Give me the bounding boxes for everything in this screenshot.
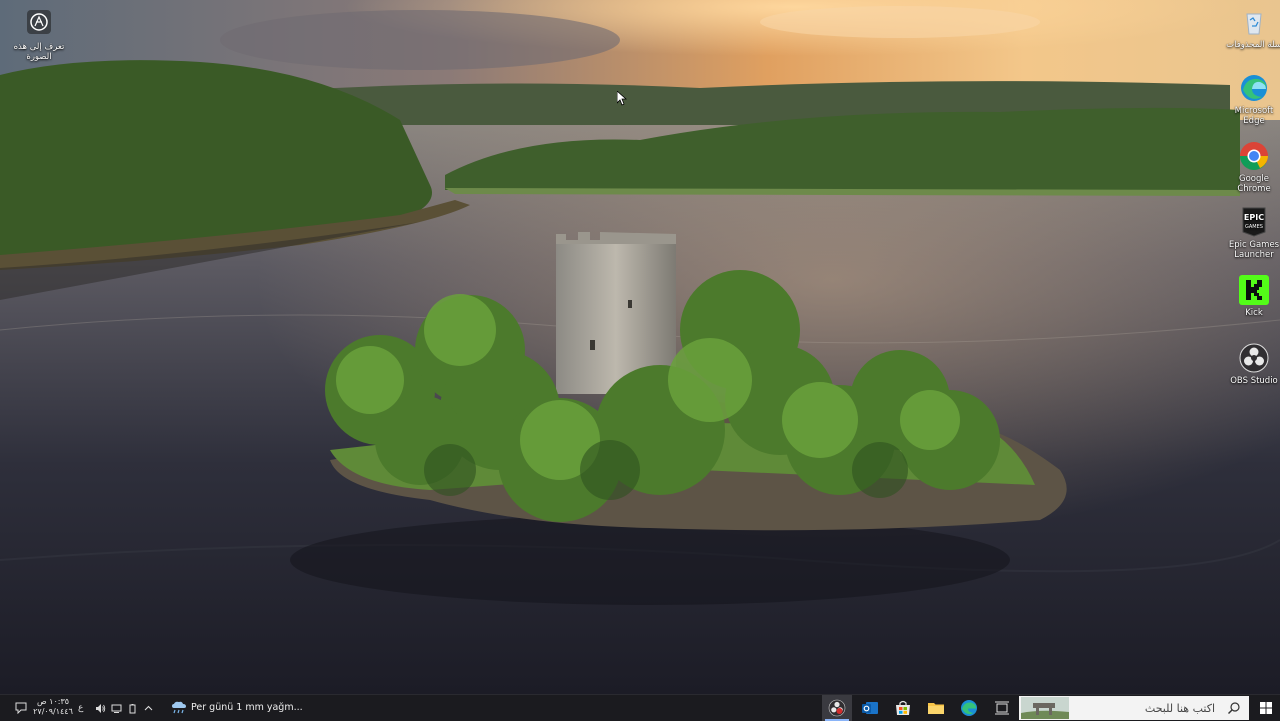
desktop-icon-epic-games[interactable]: EPIC GAMES Epic Games Launcher	[1223, 206, 1280, 260]
tray-volume[interactable]	[94, 695, 106, 721]
input-language-indicator[interactable]: ع	[78, 695, 83, 721]
clock-time: ١٠:٣٥ ص	[36, 697, 70, 706]
folder-icon	[928, 703, 944, 714]
taskbar: ١٠:٣٥ ص ٢٧/٠٩/١٤٤٦ ع Per günü 1 mm yağm.…	[0, 694, 1280, 721]
desktop-icon-label: Google Chrome	[1237, 174, 1271, 194]
edge-icon	[961, 700, 977, 716]
outlook-icon	[862, 702, 878, 714]
desktop-icon-label: Epic Games Launcher	[1228, 240, 1280, 260]
taskbar-app-edge[interactable]	[954, 695, 984, 721]
desktop-icon-learn-about-picture[interactable]: تعرف إلى هذه الصورة	[8, 8, 70, 62]
notification-icon	[15, 702, 27, 714]
desktop-wallpaper	[0, 0, 1280, 694]
task-view-icon	[995, 701, 1009, 715]
weather-widget[interactable]: Per günü 1 mm yağm...	[191, 695, 303, 721]
volume-icon	[95, 703, 105, 713]
desktop-icon-label: Kick	[1245, 308, 1263, 318]
kick-icon	[1239, 275, 1269, 305]
network-icon	[111, 704, 121, 713]
taskbar-task-view[interactable]	[987, 695, 1017, 721]
svg-text:EPIC: EPIC	[1244, 213, 1264, 222]
desktop-icon-label: Microsoft Edge	[1234, 106, 1274, 126]
start-button[interactable]	[1252, 695, 1280, 721]
search-icon	[1228, 702, 1240, 714]
camera-circle-icon	[27, 10, 51, 34]
taskbar-app-outlook[interactable]	[855, 695, 885, 721]
desktop-icon-google-chrome[interactable]: Google Chrome	[1223, 140, 1280, 194]
desktop-icon-label: سلة المحذوفات	[1226, 40, 1280, 50]
windows-logo-icon	[1260, 702, 1272, 714]
obs-icon	[1239, 343, 1269, 373]
epic-games-icon: EPIC GAMES	[1242, 207, 1266, 237]
chevron-up-icon	[144, 705, 152, 710]
mouse-cursor-icon	[617, 91, 627, 106]
desktop-icon-label: OBS Studio	[1230, 376, 1278, 386]
search-highlight-image	[1021, 697, 1069, 719]
obs-icon	[828, 699, 846, 717]
edge-icon	[1241, 75, 1267, 101]
taskbar-clock[interactable]: ١٠:٣٥ ص ٢٧/٠٩/١٤٤٦	[30, 697, 76, 719]
desktop-icon-kick[interactable]: Kick	[1223, 274, 1280, 318]
recycle-bin-icon	[1246, 13, 1262, 35]
taskbar-search-box[interactable]: اكتب هنا للبحث	[1019, 696, 1249, 720]
desktop-icon-label: تعرف إلى هذه الصورة	[13, 42, 65, 62]
tray-network[interactable]	[110, 695, 122, 721]
clock-date: ٢٧/٠٩/١٤٤٦	[33, 707, 73, 716]
store-icon	[896, 700, 910, 715]
search-placeholder: اكتب هنا للبحث	[1144, 701, 1215, 715]
battery-icon	[129, 703, 135, 713]
tray-battery[interactable]	[126, 695, 138, 721]
desktop-icon-obs-studio[interactable]: OBS Studio	[1223, 342, 1280, 386]
rain-cloud-icon	[172, 701, 186, 714]
svg-text:GAMES: GAMES	[1245, 224, 1263, 230]
weather-widget-icon-wrap[interactable]	[170, 695, 188, 721]
show-hidden-icons-button[interactable]	[142, 695, 154, 721]
chrome-icon	[1240, 142, 1268, 170]
action-center-button[interactable]	[12, 695, 30, 721]
taskbar-app-microsoft-store[interactable]	[888, 695, 918, 721]
taskbar-app-file-explorer[interactable]	[921, 695, 951, 721]
taskbar-app-obs[interactable]	[822, 695, 852, 721]
desktop-icon-recycle-bin[interactable]: سلة المحذوفات	[1223, 6, 1280, 50]
desktop-icon-microsoft-edge[interactable]: Microsoft Edge	[1223, 72, 1280, 126]
